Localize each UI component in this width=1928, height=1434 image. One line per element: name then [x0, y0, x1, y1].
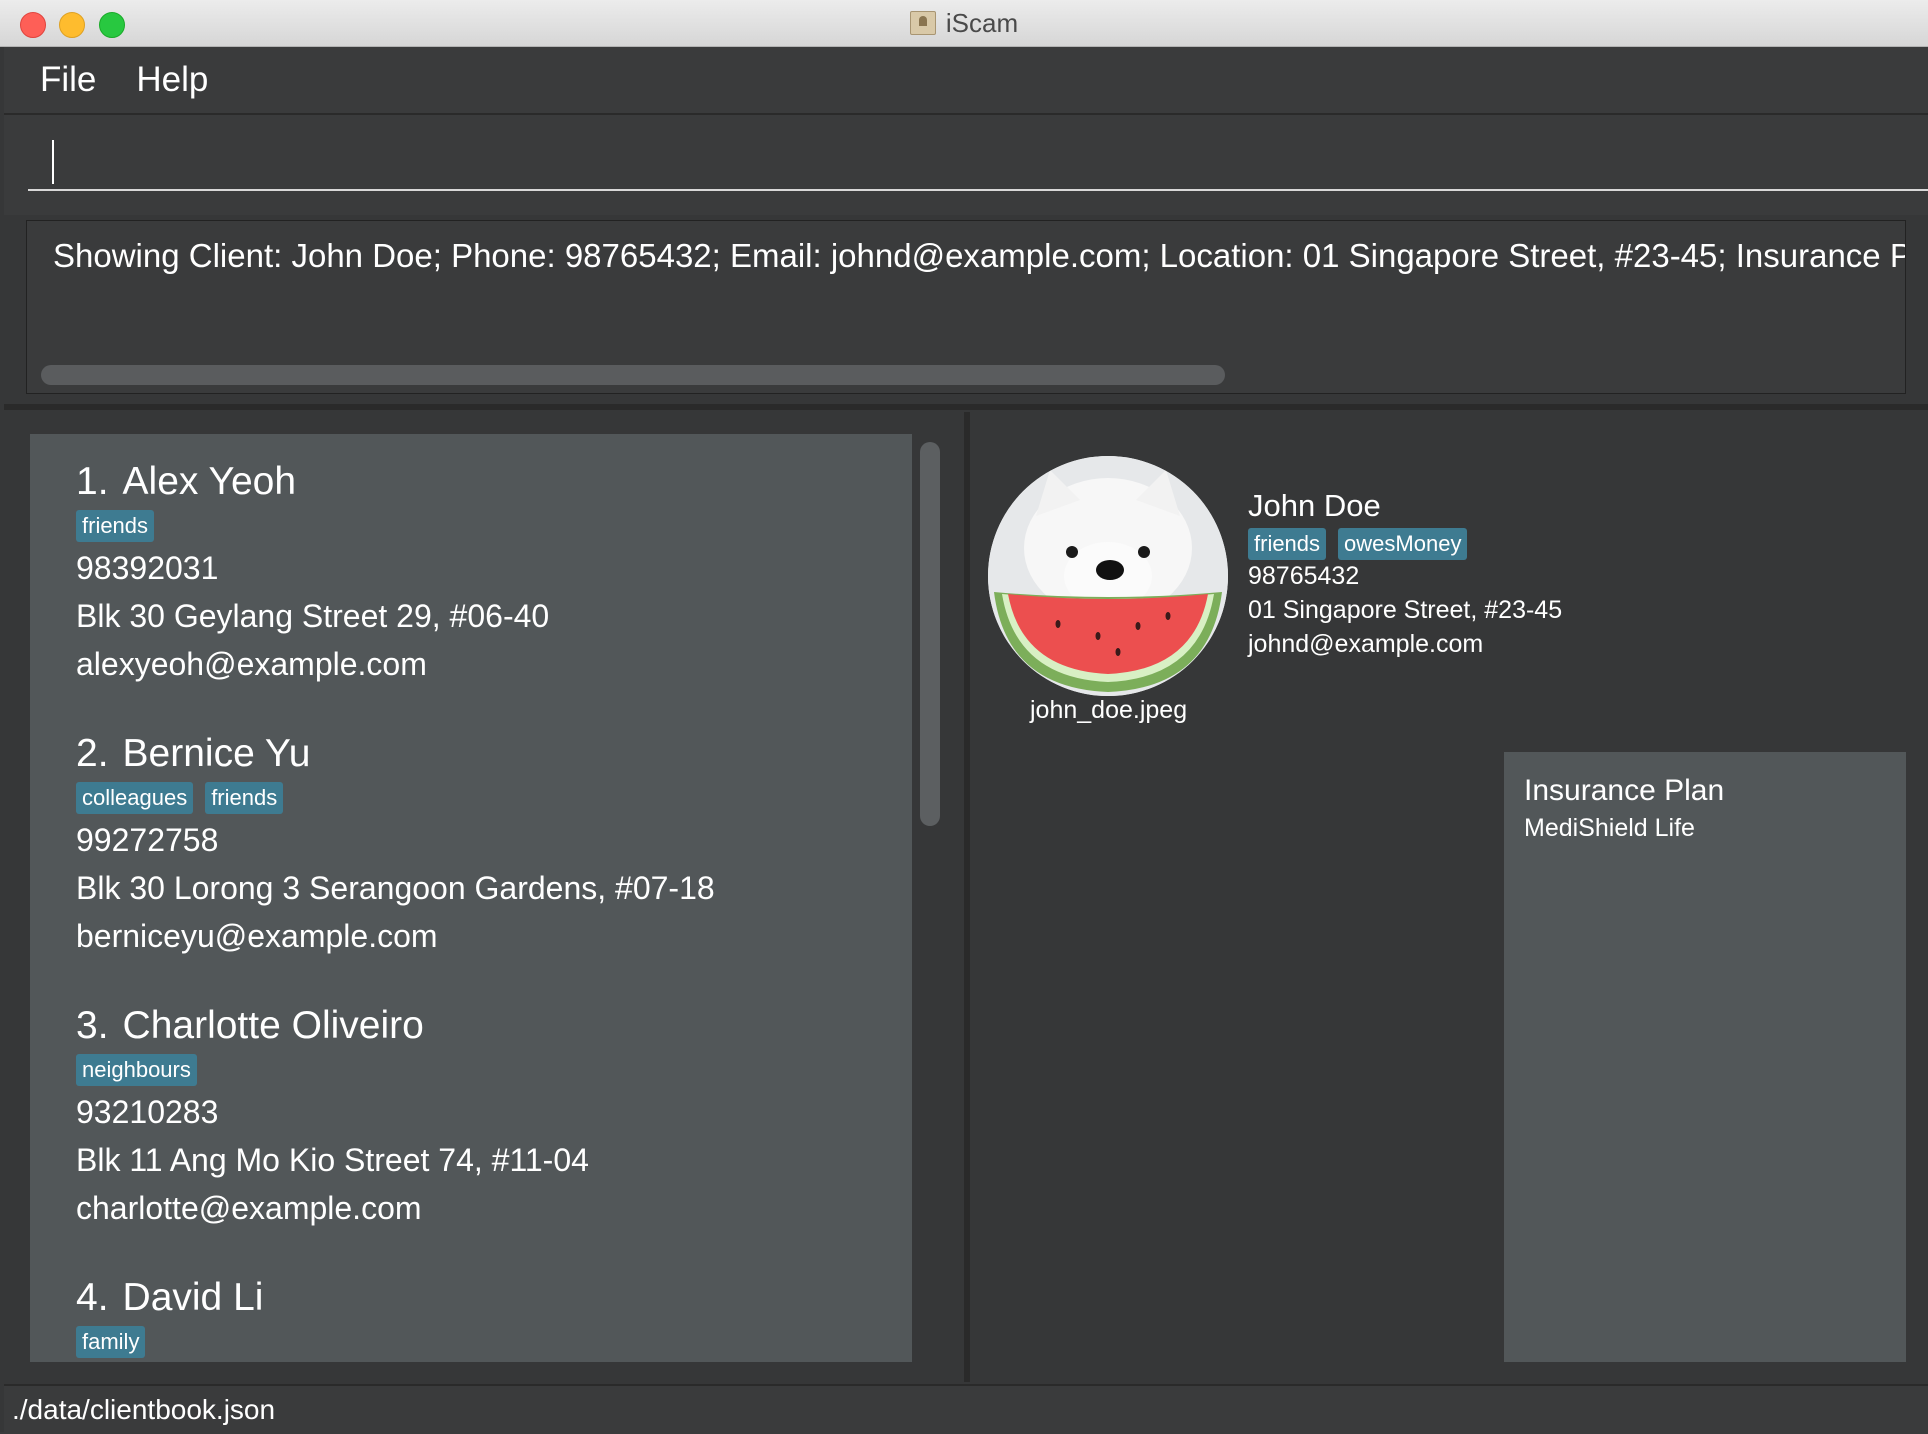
detail-location: 01 Singapore Street, #23-45	[1248, 596, 1563, 624]
result-horizontal-scrollbar[interactable]	[41, 365, 1225, 385]
tag-label: owesMoney	[1338, 528, 1468, 560]
tag-label: friends	[76, 510, 155, 542]
tag-label: family	[76, 1326, 146, 1358]
client-email: alexyeoh@example.com	[76, 646, 427, 682]
detail-tags: friends owesMoney	[1248, 528, 1479, 560]
client-tags: neighbours	[76, 1054, 209, 1086]
client-tags: friends	[76, 510, 166, 542]
client-list[interactable]: 1. Alex Yeoh friends 98392031 Blk 30 Geyl…	[30, 434, 912, 1362]
result-text: Showing Client: John Doe; Phone: 9876543…	[53, 237, 1906, 274]
app-icon	[909, 11, 936, 35]
client-phone: 98392031	[76, 550, 219, 586]
dog-watermelon-image	[988, 456, 1228, 696]
detail-email: johnd@example.com	[1248, 630, 1484, 658]
status-bar: ./data/clientbook.json	[4, 1384, 1928, 1434]
client-location: Blk 30 Geylang Street 29, #06-40	[76, 598, 550, 634]
client-list-panel: 1. Alex Yeoh friends 98392031 Blk 30 Geyl…	[8, 412, 964, 1382]
client-name: 4. David Li	[76, 1276, 264, 1319]
menu-help[interactable]: Help	[136, 60, 208, 100]
title-bar: iScam	[0, 0, 1928, 47]
menu-bar: File Help	[4, 47, 1928, 115]
client-detail-panel: john_doe.jpeg John Doe friends owesMoney…	[970, 412, 1928, 1382]
client-email: charlotte@example.com	[76, 1190, 422, 1226]
client-email: berniceyu@example.com	[76, 918, 438, 954]
detail-phone: 98765432	[1248, 562, 1360, 590]
section-divider	[4, 404, 1928, 410]
command-box	[4, 115, 1928, 215]
text-caret	[52, 140, 54, 184]
window-title: iScam	[945, 7, 1019, 38]
client-name: 1. Alex Yeoh	[76, 460, 297, 503]
client-name: 3. Charlotte Oliveiro	[76, 1004, 424, 1047]
insurance-plan-card: Insurance Plan MediShield Life	[1504, 752, 1906, 1362]
client-photo	[988, 456, 1228, 696]
data-file-path: ./data/clientbook.json	[12, 1394, 276, 1425]
client-name: 2. Bernice Yu	[76, 732, 311, 775]
insurance-plan-title: Insurance Plan	[1524, 774, 1725, 807]
tag-label: colleagues	[76, 782, 194, 814]
client-location: Blk 30 Lorong 3 Serangoon Gardens, #07-1…	[76, 870, 715, 906]
result-display: Showing Client: John Doe; Phone: 9876543…	[26, 220, 1906, 394]
client-phone: 93210283	[76, 1094, 219, 1130]
client-tags: family	[76, 1326, 157, 1358]
menu-file[interactable]: File	[40, 60, 96, 100]
client-location: Blk 11 Ang Mo Kio Street 74, #11-04	[76, 1142, 589, 1178]
insurance-plan-value: MediShield Life	[1524, 814, 1695, 842]
client-list-scrollbar[interactable]	[920, 442, 940, 826]
tag-label: friends	[205, 782, 284, 814]
tag-label: friends	[1248, 528, 1327, 560]
detail-client-name: John Doe	[1248, 488, 1381, 523]
photo-filename: john_doe.jpeg	[1030, 696, 1188, 724]
tag-label: neighbours	[76, 1054, 197, 1086]
client-phone: 99272758	[76, 822, 219, 858]
client-tags: colleagues friends	[76, 782, 295, 814]
app-window: iScam File Help Showing Client: John Doe…	[0, 0, 1928, 1434]
command-input[interactable]	[28, 131, 1928, 191]
